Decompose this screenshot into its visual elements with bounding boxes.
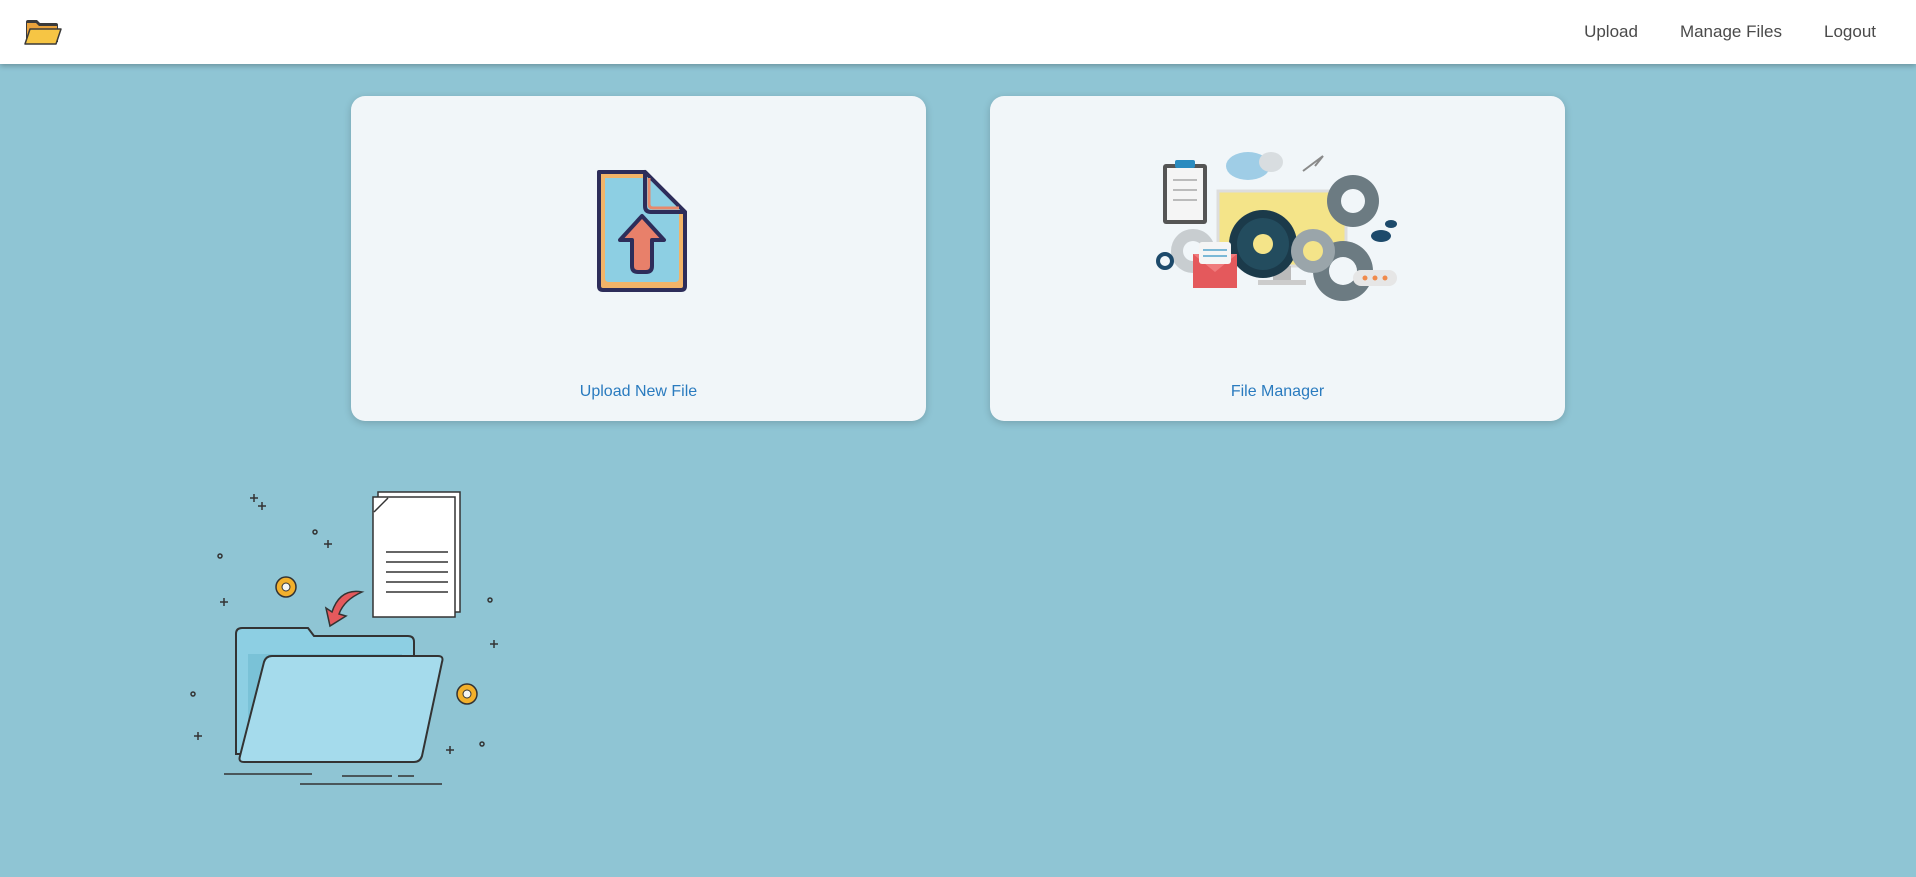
file-manager-label[interactable]: File Manager	[990, 383, 1565, 401]
nav-logout-link[interactable]: Logout	[1803, 22, 1892, 42]
folder-open-icon[interactable]	[24, 16, 64, 48]
file-management-illustration	[990, 136, 1565, 326]
upload-new-file-label[interactable]: Upload New File	[351, 383, 926, 401]
file-manager-card[interactable]: File Manager	[990, 96, 1565, 421]
nav-upload-link[interactable]: Upload	[1563, 22, 1659, 42]
upload-new-file-card[interactable]: Upload New File	[351, 96, 926, 421]
nav-links: Upload Manage Files Logout	[1563, 22, 1892, 42]
top-navbar: Upload Manage Files Logout	[0, 0, 1916, 64]
file-upload-icon	[351, 136, 926, 326]
nav-manage-files-link[interactable]: Manage Files	[1659, 22, 1803, 42]
folder-documents-illustration	[182, 484, 502, 804]
